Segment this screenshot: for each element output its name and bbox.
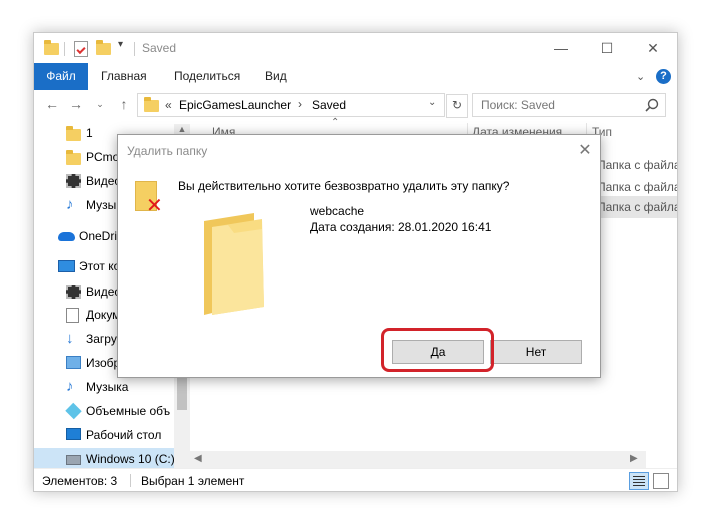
address-bar[interactable]: « EpicGamesLauncher › Saved ⌄ (137, 93, 445, 117)
3d-icon (65, 402, 82, 420)
image-icon (66, 356, 81, 369)
tab-share[interactable]: Поделиться (174, 63, 240, 90)
cloud-icon (58, 232, 75, 241)
properties-icon[interactable] (74, 41, 88, 57)
ribbon: Файл Главная Поделиться Вид ⌄ ? (34, 63, 677, 91)
navigation-bar: ← → ⌄ ↑ « EpicGamesLauncher › Saved ⌄ ↻ … (34, 90, 677, 120)
row-type-cell[interactable]: Папка с файлам (597, 180, 677, 194)
close-button[interactable]: ✕ (630, 33, 676, 63)
sidebar-item-windows-c[interactable]: Windows 10 (C:) (34, 448, 190, 470)
search-input[interactable]: Поиск: Saved (481, 98, 555, 112)
folder-name: webcache (310, 204, 365, 218)
yes-button-highlight (381, 328, 494, 372)
delete-folder-dialog: Удалить папку ✕ ✕ Вы действительно хотит… (117, 134, 601, 378)
search-box[interactable]: Поиск: Saved (472, 93, 666, 117)
tab-home[interactable]: Главная (101, 63, 147, 90)
dialog-title-bar: Удалить папку ✕ (118, 135, 600, 166)
sidebar-item-label: Рабочий стол (86, 428, 162, 442)
computer-icon (58, 260, 75, 272)
row-type-cell[interactable]: Папка с файлам (597, 158, 677, 172)
dialog-title: Удалить папку (127, 144, 208, 158)
sort-ascending-icon: ⌃ (331, 117, 340, 128)
title-bar: ▾ Saved — ☐ ✕ (34, 33, 677, 63)
download-icon: ↓ (66, 330, 74, 347)
video-icon (66, 285, 81, 299)
separator (134, 42, 135, 56)
sidebar-item-label: Музыка (86, 380, 129, 394)
details-view-icon[interactable] (629, 472, 649, 490)
delete-x-icon: ✕ (146, 195, 163, 217)
sidebar-item-label: 1 (86, 126, 93, 140)
sidebar-item-label: Видео (86, 174, 122, 188)
content-horizontal-scrollbar[interactable]: ◀ ▶ (190, 451, 646, 468)
quick-access-dropdown-icon[interactable]: ▾ (118, 39, 123, 50)
breadcrumb-saved[interactable]: Saved (312, 98, 346, 112)
no-button[interactable]: Нет (490, 340, 582, 364)
help-icon[interactable]: ? (656, 69, 671, 84)
desktop-icon (66, 428, 81, 440)
window-title: Saved (142, 41, 177, 55)
refresh-icon[interactable]: ↻ (446, 94, 468, 118)
folder-icon (66, 150, 81, 165)
sidebar-item-3d-objects[interactable]: Объемные объ (34, 400, 190, 422)
sidebar-item-label: Докум (86, 308, 121, 322)
address-dropdown-icon[interactable]: ⌄ (428, 97, 436, 108)
sidebar-item-label: Изобр (86, 356, 121, 370)
folder-icon (144, 97, 159, 112)
status-bar: Элементов: 3 Выбран 1 элемент (34, 468, 677, 491)
scroll-right-icon[interactable]: ▶ (630, 453, 638, 464)
separator (130, 474, 131, 487)
breadcrumb-separator[interactable]: › (298, 97, 302, 111)
document-icon (66, 308, 79, 323)
expand-ribbon-icon[interactable]: ⌄ (636, 70, 645, 83)
sidebar-item-label: PCmo (86, 150, 120, 164)
folder-created-date: Дата создания: 28.01.2020 16:41 (310, 220, 492, 234)
sidebar-item-label: Загру (86, 332, 117, 346)
maximize-button[interactable]: ☐ (584, 33, 630, 63)
large-icons-view-icon[interactable] (653, 473, 669, 489)
sidebar-item-label: Этот ко (79, 259, 121, 273)
sidebar-item-music-2[interactable]: ♪ Музыка (34, 376, 190, 398)
item-count: Элементов: 3 (42, 474, 118, 488)
music-icon: ♪ (66, 378, 74, 395)
new-folder-icon[interactable] (96, 40, 111, 55)
row-type-cell[interactable]: Папка с файлам (597, 200, 677, 214)
scroll-left-icon[interactable]: ◀ (194, 453, 202, 464)
breadcrumb-epicgameslauncher[interactable]: EpicGamesLauncher (179, 98, 291, 112)
dialog-close-button[interactable]: ✕ (570, 135, 600, 166)
recent-dropdown-icon[interactable]: ⌄ (92, 96, 108, 112)
search-icon[interactable] (645, 98, 659, 112)
dialog-question: Вы действительно хотите безвозвратно уда… (178, 179, 510, 193)
music-icon: ♪ (66, 196, 74, 213)
tab-file[interactable]: Файл (34, 63, 88, 90)
forward-arrow-icon[interactable]: → (68, 96, 84, 112)
sidebar-item-label: Windows 10 (C:) (86, 452, 175, 466)
folder-icon (66, 126, 81, 141)
overflow-chevron[interactable]: « (165, 98, 172, 112)
tab-view[interactable]: Вид (265, 63, 287, 90)
sidebar-item-label: Объемные объ (86, 404, 171, 418)
large-folder-icon (204, 213, 264, 315)
minimize-button[interactable]: — (538, 33, 584, 63)
folder-delete-icon: ✕ (135, 181, 163, 216)
selection-count: Выбран 1 элемент (141, 474, 245, 488)
sidebar-item-label: Видео (86, 285, 122, 299)
video-icon (66, 174, 81, 188)
up-arrow-icon[interactable]: ↑ (116, 96, 132, 112)
sidebar-item-desktop[interactable]: Рабочий стол (34, 424, 190, 446)
drive-icon (66, 455, 81, 465)
back-arrow-icon[interactable]: ← (44, 96, 60, 112)
folder-icon (44, 40, 59, 55)
separator (64, 42, 65, 56)
